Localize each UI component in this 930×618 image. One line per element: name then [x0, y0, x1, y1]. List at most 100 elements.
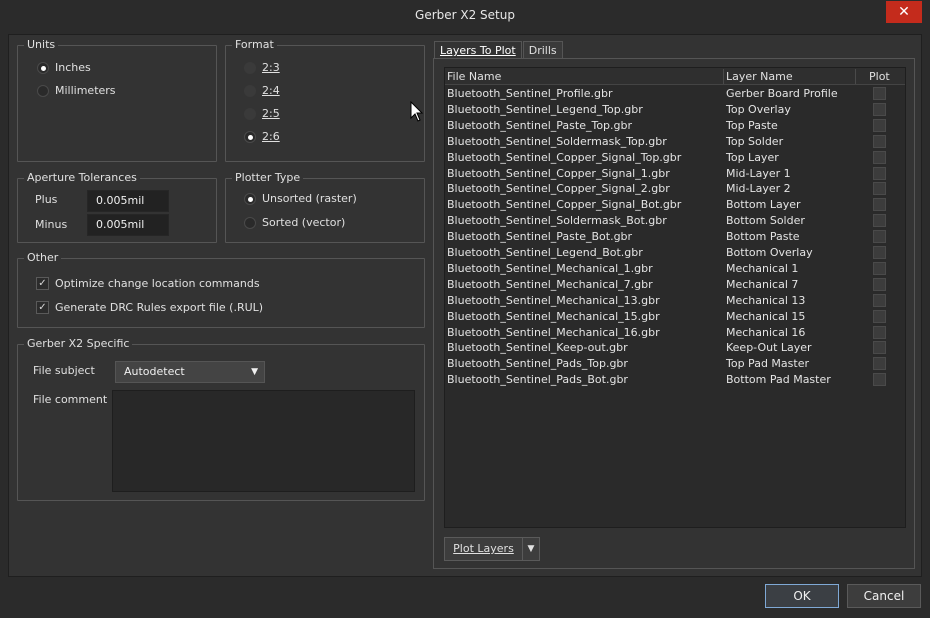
file-name-cell: Bluetooth_Sentinel_Pads_Bot.gbr — [447, 373, 628, 387]
format-2-4-label: 2:4 — [262, 84, 280, 97]
table-row[interactable]: Bluetooth_Sentinel_Pads_Top.gbr Top Pad M… — [445, 356, 905, 372]
table-row[interactable]: Bluetooth_Sentinel_Mechanical_13.gbr Mech… — [445, 293, 905, 309]
file-name-cell: Bluetooth_Sentinel_Mechanical_1.gbr — [447, 261, 653, 275]
table-row[interactable]: Bluetooth_Sentinel_Soldermask_Top.gbr Top… — [445, 134, 905, 150]
format-2-5-option[interactable]: 2:5 — [244, 107, 280, 120]
column-plot[interactable]: Plot — [869, 70, 890, 83]
table-row[interactable]: Bluetooth_Sentinel_Keep-out.gbr Keep-Out … — [445, 340, 905, 356]
file-name-cell: Bluetooth_Sentinel_Mechanical_13.gbr — [447, 293, 660, 307]
column-layer-name[interactable]: Layer Name — [726, 70, 793, 83]
format-2-6-label: 2:6 — [262, 130, 280, 143]
dialog-body: Units Inches Millimeters Format 2:3 2:4 … — [8, 34, 922, 577]
file-comment-input[interactable] — [112, 390, 415, 492]
layer-name-cell: Mechanical 15 — [726, 309, 806, 323]
table-row[interactable]: Bluetooth_Sentinel_Copper_Signal_1.gbr Mi… — [445, 166, 905, 182]
optimize-commands-option[interactable]: ✓ Optimize change location commands — [36, 277, 260, 290]
layer-name-cell: Bottom Overlay — [726, 246, 813, 259]
column-separator[interactable] — [855, 69, 856, 84]
table-row[interactable]: Bluetooth_Sentinel_Legend_Bot.gbr Bottom … — [445, 245, 905, 261]
close-icon: ✕ — [898, 4, 910, 20]
plot-checkbox[interactable] — [873, 357, 886, 371]
radio-sorted[interactable] — [244, 216, 256, 229]
table-row[interactable]: Bluetooth_Sentinel_Copper_Signal_2.gbr Mi… — [445, 181, 905, 197]
plotter-unsorted-option[interactable]: Unsorted (raster) — [244, 192, 357, 205]
table-row[interactable]: Bluetooth_Sentinel_Paste_Bot.gbr Bottom P… — [445, 229, 905, 245]
plus-input[interactable]: 0.005mil — [87, 190, 169, 212]
layer-name-cell: Bottom Paste — [726, 230, 800, 244]
tab-layers-to-plot[interactable]: Layers To Plot — [434, 41, 522, 59]
table-row[interactable]: Bluetooth_Sentinel_Mechanical_16.gbr Mech… — [445, 325, 905, 341]
optimize-commands-label: Optimize change location commands — [55, 277, 260, 290]
table-row[interactable]: Bluetooth_Sentinel_Legend_Top.gbr Top Ove… — [445, 102, 905, 118]
plotter-sorted-option[interactable]: Sorted (vector) — [244, 216, 345, 229]
format-2-6-option[interactable]: 2:6 — [244, 130, 280, 143]
file-subject-label: File subject — [33, 364, 95, 377]
plot-checkbox[interactable] — [873, 134, 886, 148]
column-separator[interactable] — [723, 69, 724, 84]
radio-format-2-3[interactable] — [244, 61, 256, 74]
table-row[interactable]: Bluetooth_Sentinel_Mechanical_1.gbr Mecha… — [445, 261, 905, 277]
plot-checkbox[interactable] — [873, 373, 886, 387]
plot-checkbox[interactable] — [873, 277, 886, 291]
ok-button[interactable]: OK — [765, 584, 839, 608]
plot-checkbox[interactable] — [873, 261, 886, 275]
radio-format-2-4[interactable] — [244, 84, 256, 97]
radio-millimeters[interactable] — [37, 84, 49, 97]
units-title: Units — [24, 38, 59, 51]
column-file-name[interactable]: File Name — [447, 70, 501, 83]
plot-checkbox[interactable] — [873, 182, 886, 196]
drc-rules-label: Generate DRC Rules export file (.RUL) — [55, 301, 264, 314]
radio-inches[interactable] — [37, 61, 49, 74]
tab-drills[interactable]: Drills — [522, 41, 563, 59]
format-2-5-label: 2:5 — [262, 107, 280, 120]
plot-checkbox[interactable] — [873, 118, 886, 132]
file-name-cell: Bluetooth_Sentinel_Paste_Bot.gbr — [447, 230, 633, 244]
plot-checkbox[interactable] — [873, 102, 886, 116]
file-subject-select[interactable]: Autodetect ▼ — [115, 361, 265, 383]
plot-layers-split-button[interactable]: Plot Layers ▼ — [444, 537, 540, 561]
layer-name-cell: Top Layer — [726, 150, 779, 164]
format-group: Format 2:3 2:4 2:5 2:6 — [225, 38, 425, 162]
file-comment-label: File comment — [33, 393, 108, 406]
plot-checkbox[interactable] — [873, 198, 886, 212]
plot-checkbox[interactable] — [873, 325, 886, 339]
table-row[interactable]: Bluetooth_Sentinel_Mechanical_15.gbr Mech… — [445, 309, 905, 325]
format-2-3-option[interactable]: 2:3 — [244, 61, 280, 74]
table-row[interactable]: Bluetooth_Sentinel_Copper_Signal_Bot.gbr… — [445, 197, 905, 213]
plot-checkbox[interactable] — [873, 214, 886, 228]
radio-format-2-6[interactable] — [244, 130, 256, 143]
optimize-commands-checkbox[interactable]: ✓ — [36, 277, 49, 290]
drc-rules-checkbox[interactable]: ✓ — [36, 301, 49, 314]
close-button[interactable]: ✕ — [886, 1, 922, 23]
drc-rules-option[interactable]: ✓ Generate DRC Rules export file (.RUL) — [36, 301, 263, 314]
radio-unsorted[interactable] — [244, 192, 256, 205]
plot-checkbox[interactable] — [873, 87, 886, 100]
table-row[interactable]: Bluetooth_Sentinel_Profile.gbr Gerber Boa… — [445, 86, 905, 102]
plot-checkbox[interactable] — [873, 341, 886, 355]
units-millimeters-option[interactable]: Millimeters — [37, 84, 116, 97]
plot-checkbox[interactable] — [873, 293, 886, 307]
radio-format-2-5[interactable] — [244, 107, 256, 120]
plot-checkbox[interactable] — [873, 230, 886, 244]
minus-input[interactable]: 0.005mil — [87, 214, 169, 236]
table-row[interactable]: Bluetooth_Sentinel_Soldermask_Bot.gbr Bot… — [445, 213, 905, 229]
plot-checkbox[interactable] — [873, 166, 886, 180]
grid-header: File Name Layer Name Plot — [445, 68, 905, 85]
plot-checkbox[interactable] — [873, 150, 886, 164]
table-row[interactable]: Bluetooth_Sentinel_Mechanical_7.gbr Mecha… — [445, 277, 905, 293]
plot-checkbox[interactable] — [873, 246, 886, 259]
format-2-4-option[interactable]: 2:4 — [244, 84, 280, 97]
plot-layers-button[interactable]: Plot Layers — [445, 538, 523, 560]
table-row[interactable]: Bluetooth_Sentinel_Pads_Bot.gbr Bottom Pa… — [445, 372, 905, 388]
aperture-title: Aperture Tolerances — [24, 171, 140, 184]
table-row[interactable]: Bluetooth_Sentinel_Paste_Top.gbr Top Past… — [445, 118, 905, 134]
units-inches-option[interactable]: Inches — [37, 61, 91, 74]
plotter-group: Plotter Type Unsorted (raster) Sorted (v… — [225, 171, 425, 243]
units-inches-label: Inches — [55, 61, 91, 74]
table-row[interactable]: Bluetooth_Sentinel_Copper_Signal_Top.gbr… — [445, 150, 905, 166]
layer-name-cell: Top Pad Master — [726, 357, 809, 371]
plot-checkbox[interactable] — [873, 309, 886, 323]
units-group: Units Inches Millimeters — [17, 38, 217, 162]
chevron-down-icon[interactable]: ▼ — [523, 538, 539, 560]
cancel-button[interactable]: Cancel — [847, 584, 921, 608]
